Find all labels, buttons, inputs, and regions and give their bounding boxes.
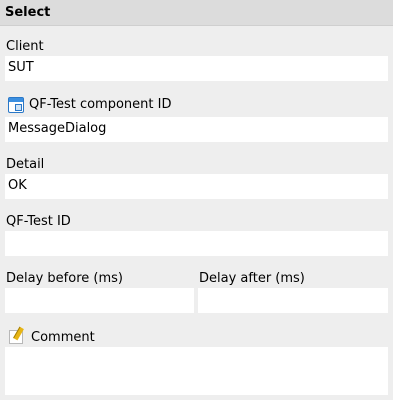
- comment-textarea[interactable]: [5, 347, 388, 395]
- detail-field[interactable]: OK: [5, 174, 388, 199]
- comment-label: Comment: [31, 330, 95, 345]
- component-id-icon: [8, 97, 24, 113]
- comment-pencil-icon: [9, 330, 23, 344]
- component-id-label: QF-Test component ID: [29, 97, 172, 112]
- delay-before-label: Delay before (ms): [6, 271, 123, 286]
- qftest-id-field[interactable]: [5, 231, 388, 256]
- panel-title: Select: [5, 5, 51, 20]
- client-field[interactable]: SUT: [5, 56, 388, 81]
- panel-header: Select: [0, 0, 393, 26]
- delay-after-label: Delay after (ms): [199, 271, 305, 286]
- detail-label: Detail: [6, 157, 45, 172]
- client-label: Client: [6, 39, 44, 54]
- qftest-id-label: QF-Test ID: [6, 214, 71, 229]
- delay-after-field[interactable]: [198, 288, 388, 313]
- component-id-field[interactable]: MessageDialog: [5, 117, 388, 142]
- delay-before-field[interactable]: [5, 288, 194, 313]
